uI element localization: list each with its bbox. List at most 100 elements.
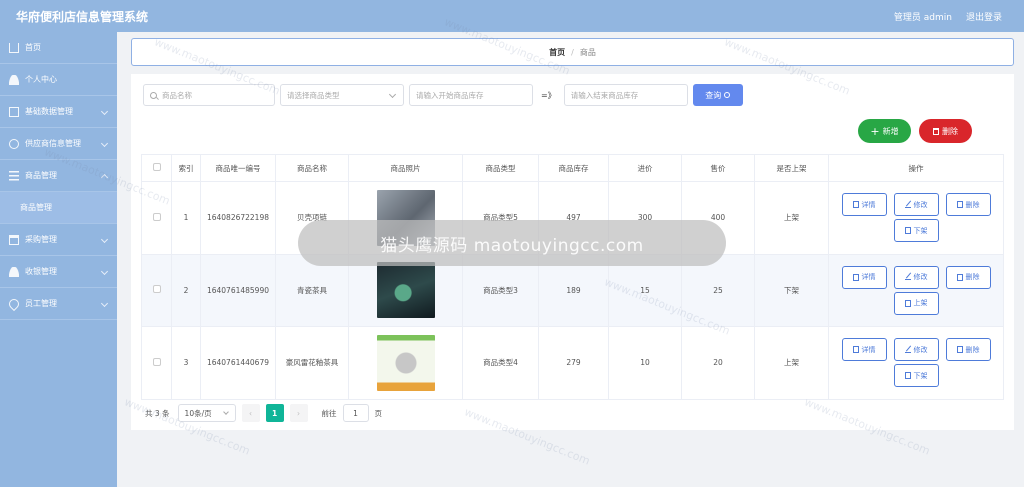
edit-button[interactable]: 修改	[893, 193, 939, 217]
sidebar-item-purchase[interactable]: 采购管理	[0, 224, 117, 256]
column-header: 商品类型	[462, 154, 539, 182]
column-header: 售价	[681, 154, 755, 182]
stock-start-input[interactable]: 请输入开始商品库存	[409, 84, 533, 106]
breadcrumb-current: 商品	[579, 47, 596, 57]
sidebar-item-cashier[interactable]: 收银管理	[0, 256, 117, 288]
batch-delete-button[interactable]: 删除	[919, 119, 972, 143]
stock-start-placeholder: 请输入开始商品库存	[416, 90, 484, 100]
sidebar-item-label: 采购管理	[25, 235, 57, 244]
edit-icon	[904, 202, 911, 208]
shelf-toggle-label: 下架	[913, 371, 928, 380]
type-cell: 商品类型4	[462, 326, 539, 400]
add-button[interactable]: + 新增	[858, 119, 911, 143]
edit-label: 修改	[913, 273, 928, 282]
detail-button[interactable]: 详情	[841, 265, 887, 289]
select-all-checkbox[interactable]	[152, 163, 161, 171]
edit-label: 修改	[913, 345, 928, 354]
row-checkbox[interactable]	[152, 212, 161, 221]
sidebar-item-base-data[interactable]: 基础数据管理	[0, 96, 117, 128]
delete-label: 删除	[942, 126, 958, 136]
product-photo[interactable]	[376, 334, 435, 391]
document-icon	[852, 273, 859, 281]
document-icon	[904, 372, 911, 380]
shelf-status-cell: 上架	[754, 326, 829, 400]
detail-label: 详情	[861, 200, 876, 209]
trash-icon	[956, 273, 963, 281]
page-number-current[interactable]: 1	[265, 404, 284, 422]
column-header: 进价	[608, 154, 682, 182]
index-cell: 1	[171, 181, 201, 255]
edit-button[interactable]: 修改	[893, 265, 939, 289]
breadcrumb: 首页 / 商品	[131, 38, 1014, 66]
page-size-select[interactable]: 10条/页	[177, 404, 236, 422]
column-header: 操作	[828, 154, 1004, 182]
index-cell: 2	[171, 253, 201, 327]
shelf-toggle-button[interactable]: 下架	[893, 219, 939, 243]
trash-icon	[933, 127, 939, 135]
cart-icon	[9, 234, 19, 245]
sidebar-item-label: 员工管理	[25, 299, 57, 308]
detail-label: 详情	[861, 273, 876, 282]
document-icon	[904, 299, 911, 307]
delete-button[interactable]: 删除	[945, 193, 991, 217]
sidebar-item-staff[interactable]: 员工管理	[0, 288, 117, 320]
cash-icon	[9, 266, 19, 277]
sidebar-item-goods[interactable]: 商品管理	[0, 160, 117, 192]
chevron-up-icon	[100, 173, 109, 181]
chevron-down-icon	[100, 267, 109, 275]
shelf-status-cell: 上架	[754, 181, 829, 255]
shelf-toggle-button[interactable]: 上架	[893, 291, 939, 315]
chevron-down-icon	[100, 107, 109, 115]
user-icon	[9, 74, 19, 85]
photo-cell	[348, 326, 463, 400]
sidebar-item-supplier[interactable]: 供应商信息管理	[0, 128, 117, 160]
product-photo[interactable]	[376, 262, 435, 319]
chevron-down-icon	[100, 235, 109, 243]
operations-cell: 详情 修改 删除 下架	[828, 181, 1004, 255]
row-checkbox[interactable]	[152, 285, 161, 294]
delete-button[interactable]: 删除	[945, 338, 991, 362]
row-select-cell[interactable]	[141, 253, 172, 327]
home-icon	[9, 42, 19, 53]
detail-button[interactable]: 详情	[841, 193, 887, 217]
sidebar-item-profile[interactable]: 个人中心	[0, 64, 117, 96]
prev-page-button[interactable]: ‹	[241, 404, 260, 422]
shelf-toggle-button[interactable]: 下架	[893, 364, 939, 388]
shelf-status-cell: 下架	[754, 253, 829, 327]
row-select-cell[interactable]	[141, 326, 172, 400]
sidebar-subitem-goods[interactable]: 商品管理	[0, 192, 117, 224]
query-button[interactable]: 查询	[692, 84, 743, 106]
stock-end-input[interactable]: 请输入结束商品库存	[563, 84, 688, 106]
sidebar-item-label: 供应商信息管理	[25, 139, 81, 148]
goods-type-select[interactable]: 请选择商品类型	[280, 84, 404, 106]
pagination: 共 3 条 10条/页 ‹ 1 › 前往 1 页	[145, 404, 382, 422]
app-title: 华府便利店信息管理系统	[16, 9, 149, 24]
logout-link[interactable]: 退出登录	[966, 10, 1002, 23]
price-cell: 20	[681, 326, 755, 400]
goto-page-input[interactable]: 1	[342, 404, 369, 422]
select-all-header[interactable]	[141, 154, 172, 182]
delete-label: 删除	[965, 200, 980, 209]
page-unit-label: 页	[374, 408, 383, 418]
admin-label: 管理员 admin	[893, 12, 952, 23]
row-select-cell[interactable]	[141, 181, 172, 255]
grid-icon	[9, 106, 19, 117]
chevron-down-icon	[100, 299, 109, 307]
detail-label: 详情	[861, 345, 876, 354]
breadcrumb-home[interactable]: 首页	[549, 47, 565, 58]
top-header: 华府便利店信息管理系统 管理员 admin 退出登录	[0, 0, 1024, 32]
plus-icon: +	[870, 124, 880, 138]
goods-type-placeholder: 请选择商品类型	[287, 90, 340, 100]
sidebar-item-home[interactable]: 首页	[0, 32, 117, 64]
next-page-button[interactable]: ›	[289, 404, 308, 422]
row-checkbox[interactable]	[152, 357, 161, 366]
document-icon	[852, 346, 859, 354]
goods-name-placeholder: 商品名称	[162, 90, 192, 100]
goods-name-input[interactable]: 商品名称	[143, 84, 275, 106]
pin-icon	[6, 296, 22, 311]
detail-button[interactable]: 详情	[841, 338, 887, 362]
edit-button[interactable]: 修改	[893, 338, 939, 362]
sidebar: 首页 个人中心 基础数据管理 供应商信息管理 商品管理 商品管理 采购管理 收银…	[0, 32, 117, 487]
breadcrumb-separator: /	[571, 47, 574, 57]
delete-button[interactable]: 删除	[945, 265, 991, 289]
